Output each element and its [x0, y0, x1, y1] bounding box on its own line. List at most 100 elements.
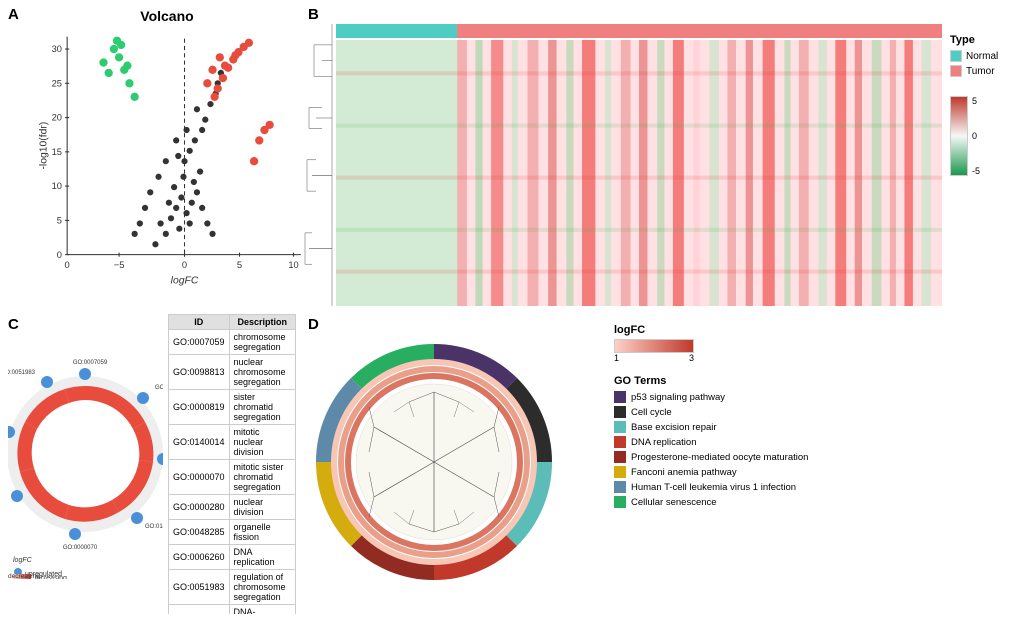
svg-text:5: 5 — [237, 260, 242, 270]
table-row: GO:0000280nuclear division — [169, 495, 296, 520]
go-term-label: Fanconi anemia pathway — [631, 467, 737, 478]
go-term-label: Base excision repair — [631, 422, 717, 433]
go-term-label: DNA replication — [631, 437, 696, 448]
go-terms-title: GO Terms — [614, 375, 808, 387]
table-header-description: Description — [229, 315, 295, 330]
svg-text:GO:0140014: GO:0140014 — [145, 524, 163, 530]
go-term-color-box — [614, 391, 626, 403]
panel-d: D — [300, 310, 1020, 622]
table-cell-description: mitotic sister chromatid segregation — [229, 460, 295, 495]
heatmap-legend-type-title: Type — [950, 34, 975, 46]
svg-text:10: 10 — [288, 260, 298, 270]
type-normal-bar — [336, 24, 457, 38]
table-cell-id: GO:0000280 — [169, 495, 230, 520]
table-cell-id: GO:0006261 — [169, 605, 230, 615]
go-term-item: Human T-cell leukemia virus 1 infection — [614, 481, 808, 493]
svg-text:0: 0 — [65, 260, 70, 270]
go-term-color-box — [614, 451, 626, 463]
type-bar — [336, 24, 942, 38]
go-term-item: Cellular senescence — [614, 496, 808, 508]
color-scale-container: 5 0 -5 — [950, 88, 980, 176]
panel-b-label: B — [308, 6, 319, 23]
table-cell-id: GO:0000070 — [169, 460, 230, 495]
table-row: GO:0000070mitotic sister chromatid segre… — [169, 460, 296, 495]
panel-d-legend: logFC 1 3 GO Terms p53 signaling pathway… — [604, 314, 808, 614]
go-term-color-box — [614, 466, 626, 478]
svg-text:15: 15 — [52, 147, 62, 157]
table-cell-description: organelle fission — [229, 520, 295, 545]
go-terms-legend: GO Terms p53 signaling pathway Cell cycle… — [614, 375, 808, 511]
panel-b: B — [300, 0, 1020, 310]
table-cell-id: GO:0048285 — [169, 520, 230, 545]
go-table-container: ID Description GO:0007059chromosome segr… — [168, 314, 296, 614]
table-cell-id: GO:0000819 — [169, 390, 230, 425]
svg-text:GO:0051983: GO:0051983 — [8, 370, 36, 376]
panel-d-label: D — [308, 316, 319, 333]
svg-text:logFC: logFC — [171, 276, 199, 286]
go-term-color-box — [614, 436, 626, 448]
go-term-color-box — [614, 496, 626, 508]
table-cell-id: GO:0098813 — [169, 355, 230, 390]
table-row: GO:0098813nuclear chromosome segregation — [169, 355, 296, 390]
svg-text:0: 0 — [182, 260, 187, 270]
go-term-label: Progesterone-mediated oocyte maturation — [631, 452, 808, 463]
svg-text:5: 5 — [57, 216, 62, 226]
table-row: GO:0006260DNA replication — [169, 545, 296, 570]
table-cell-id: GO:0051983 — [169, 570, 230, 605]
go-term-color-box — [614, 421, 626, 433]
heatmap-body — [336, 24, 942, 306]
table-cell-description: regulation of chromosome segregation — [229, 570, 295, 605]
go-term-item: Cell cycle — [614, 406, 808, 418]
logfc-gradient-bar — [614, 339, 694, 353]
table-cell-id: GO:0006260 — [169, 545, 230, 570]
table-row: GO:0007059chromosome segregation — [169, 330, 296, 355]
svg-text:10: 10 — [52, 181, 62, 191]
svg-text:-log10(fdr): -log10(fdr) — [38, 122, 49, 170]
go-term-item: Base excision repair — [614, 421, 808, 433]
table-row: GO:0048285organelle fission — [169, 520, 296, 545]
svg-text:GO:0098813: GO:0098813 — [155, 385, 163, 391]
table-cell-description: sister chromatid segregation — [229, 390, 295, 425]
table-cell-id: GO:0007059 — [169, 330, 230, 355]
svg-text:−5: −5 — [114, 260, 125, 270]
normal-color-box — [950, 50, 962, 62]
svg-text:GO:0007059: GO:0007059 — [73, 360, 108, 366]
radial-chart — [304, 314, 604, 604]
circle-chart: GO:0007059 GO:0098813 GO:0000819 GO:0140… — [8, 314, 168, 594]
go-term-item: DNA replication — [614, 436, 808, 448]
svg-text:decreasing: decreasing — [8, 573, 40, 579]
svg-text:30: 30 — [52, 44, 62, 54]
row-dendrogram — [304, 24, 336, 306]
svg-text:20: 20 — [52, 113, 62, 123]
go-table: ID Description GO:0007059chromosome segr… — [168, 314, 296, 614]
table-header-id: ID — [169, 315, 230, 330]
panel-a: A Volcano 0 5 10 15 20 25 30 — [0, 0, 300, 310]
volcano-plot: 0 5 10 15 20 25 30 0 −5 0 5 — [36, 26, 306, 286]
table-cell-description: mitotic nuclear division — [229, 425, 295, 460]
table-row: GO:0000819sister chromatid segregation — [169, 390, 296, 425]
svg-text:GO:0000070: GO:0000070 — [63, 545, 98, 551]
table-cell-description: DNA-dependent DNA replication — [229, 605, 295, 615]
type-tumor-bar — [457, 24, 942, 38]
table-row: GO:0051983regulation of chromosome segre… — [169, 570, 296, 605]
heatmap-canvas — [336, 40, 942, 306]
color-scale: 5 0 -5 — [972, 96, 980, 176]
panel-c: C — [0, 310, 300, 622]
svg-text:0: 0 — [57, 250, 62, 260]
volcano-svg: 0 5 10 15 20 25 30 0 −5 0 5 — [36, 26, 306, 286]
go-term-item: Fanconi anemia pathway — [614, 466, 808, 478]
svg-text:logFC: logFC — [13, 557, 33, 564]
go-term-color-box — [614, 406, 626, 418]
go-term-color-box — [614, 481, 626, 493]
logfc-scale: 1 3 — [614, 353, 694, 363]
logfc-legend: logFC 1 3 — [614, 324, 808, 363]
heatmap-legend: Type Normal Tumor 5 0 -5 — [942, 24, 1012, 306]
table-row: GO:0140014mitotic nuclear division — [169, 425, 296, 460]
tumor-color-box — [950, 65, 962, 77]
table-cell-description: chromosome segregation — [229, 330, 295, 355]
heatmap-legend-tumor: Tumor — [950, 65, 995, 77]
heatmap-legend-normal: Normal — [950, 50, 998, 62]
go-term-item: p53 signaling pathway — [614, 391, 808, 403]
go-term-label: p53 signaling pathway — [631, 392, 725, 403]
color-gradient — [950, 96, 968, 176]
